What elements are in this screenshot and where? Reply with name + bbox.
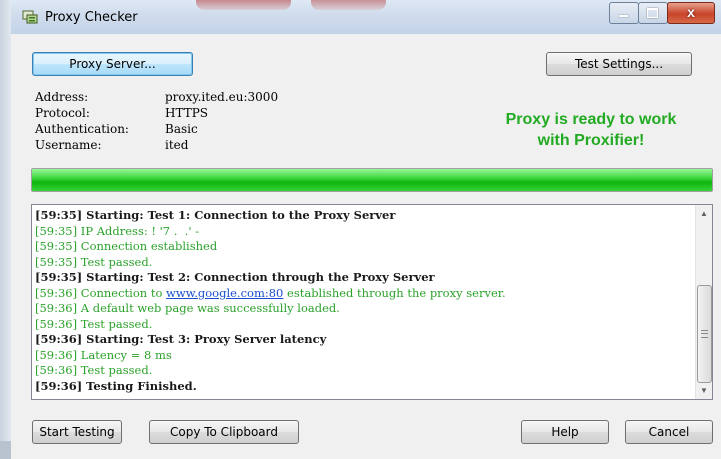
protocol-value: HTTPS — [165, 106, 208, 120]
log-scrollbar[interactable]: ▲ ▼ — [695, 205, 712, 399]
minimize-button[interactable] — [609, 2, 639, 24]
log-line: [59:35] Starting: Test 2: Connection thr… — [35, 270, 435, 284]
help-button[interactable]: Help — [521, 420, 609, 444]
title-bar-glass-decoration — [311, 0, 386, 10]
username-value: ited — [165, 138, 189, 152]
log-link[interactable]: www.google.com:80 — [166, 286, 283, 300]
log-line: [59:36] Testing Finished. — [35, 378, 197, 393]
address-value: proxy.ited.eu:3000 — [165, 90, 279, 104]
window-title: Proxy Checker — [45, 10, 138, 25]
log-line: [59:36] A default web page was successfu… — [35, 301, 340, 315]
start-testing-button[interactable]: Start Testing — [32, 420, 122, 444]
progress-bar — [31, 168, 713, 192]
address-row: Address: proxy.ited.eu:3000 — [35, 89, 278, 105]
protocol-row: Protocol: HTTPS — [35, 105, 278, 121]
address-label: Address: — [35, 90, 89, 104]
log-line-text: established through the proxy server. — [283, 285, 506, 300]
maximize-button[interactable] — [638, 2, 668, 24]
minimize-icon — [619, 15, 628, 17]
status-line-2: with Proxifier! — [537, 132, 645, 149]
scrollbar-grip-icon — [701, 330, 708, 338]
caption-buttons: x — [609, 2, 715, 24]
log-line: [59:36] Connection to www.google.com:80 … — [35, 286, 695, 302]
proxy-checker-app-icon — [22, 9, 38, 25]
background-window-edge — [0, 441, 11, 459]
proxy-checker-window: Proxy Checker x Proxy Server... Test Set… — [0, 0, 721, 459]
test-settings-button[interactable]: Test Settings... — [546, 52, 692, 76]
log-line: [59:36] Test passed. — [35, 316, 153, 331]
scrollbar-thumb[interactable] — [697, 285, 712, 383]
log-line: [59:35] Starting: Test 1: Connection to … — [35, 208, 396, 222]
username-row: Username: ited — [35, 137, 278, 153]
authentication-row: Authentication: Basic — [35, 121, 278, 137]
test-log[interactable]: [59:35] Starting: Test 1: Connection to … — [31, 204, 713, 400]
scroll-down-arrow-icon[interactable]: ▼ — [696, 382, 712, 399]
protocol-label: Protocol: — [35, 106, 90, 120]
dialog-body: Proxy Server... Test Settings... Address… — [11, 34, 721, 459]
proxy-info-panel: Address: proxy.ited.eu:3000 Protocol: HT… — [35, 89, 278, 153]
log-line: [59:36] Starting: Test 3: Proxy Server l… — [35, 332, 327, 346]
authentication-label: Authentication: — [35, 122, 129, 136]
log-line: [59:35] IP Address: ! '7 . .' - — [35, 223, 200, 238]
status-line-1: Proxy is ready to work — [505, 111, 677, 128]
log-line: [59:35] Test passed. — [35, 254, 153, 269]
maximize-icon — [647, 8, 658, 18]
cancel-button[interactable]: Cancel — [625, 420, 713, 444]
authentication-value: Basic — [165, 122, 198, 136]
log-lines: [59:35] Starting: Test 1: Connection to … — [35, 208, 695, 394]
log-line: [59:35] Connection established — [35, 239, 218, 253]
title-bar-glass-decoration — [196, 0, 291, 10]
status-message: Proxy is ready to work with Proxifier! — [461, 109, 721, 151]
progress-bar-fill — [32, 169, 712, 191]
log-line-text: [59:36] Connection to — [35, 285, 167, 300]
title-bar[interactable]: Proxy Checker x — [11, 0, 721, 34]
username-label: Username: — [35, 138, 102, 152]
proxy-server-button[interactable]: Proxy Server... — [32, 52, 193, 76]
copy-to-clipboard-button[interactable]: Copy To Clipboard — [149, 420, 299, 444]
log-line: [59:36] Test passed. — [35, 363, 153, 377]
background-window-edge — [0, 0, 11, 459]
log-line: [59:36] Latency = 8 ms — [35, 347, 172, 362]
scroll-up-arrow-icon[interactable]: ▲ — [696, 205, 712, 222]
close-button[interactable]: x — [667, 2, 715, 24]
close-icon: x — [687, 4, 695, 20]
